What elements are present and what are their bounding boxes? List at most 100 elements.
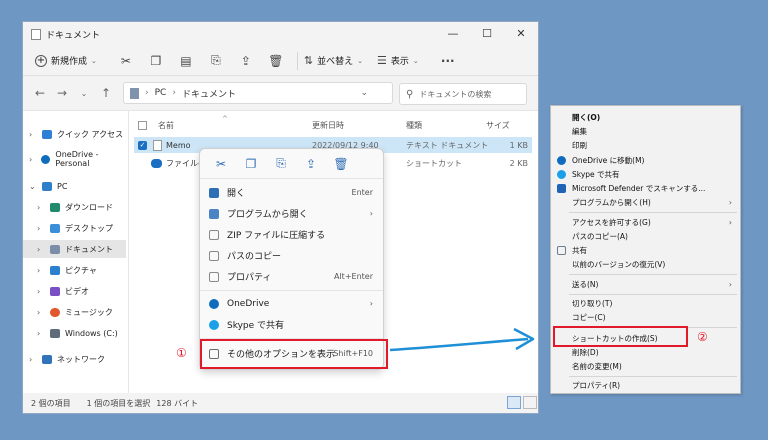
menu-item-zip[interactable]: ZIP ファイルに圧縮する <box>200 224 383 245</box>
folder-icon <box>130 87 139 99</box>
nav-item-pc[interactable]: ⌄ PC <box>29 177 67 195</box>
checkbox-checked-icon[interactable]: ✓ <box>138 140 147 150</box>
nav-item-pictures[interactable]: › ピクチャ <box>37 261 97 279</box>
classic-item-send-to[interactable]: 送る(N) › <box>551 277 740 291</box>
step-marker-1: ① <box>176 346 187 360</box>
menu-item-copy-path[interactable]: パスのコピー <box>200 245 383 266</box>
classic-item-skype[interactable]: Skype で共有 <box>551 167 740 181</box>
copy-icon[interactable]: ❐ <box>236 157 266 171</box>
address-dropdown-icon[interactable]: ⌄ <box>360 88 392 98</box>
rename-icon[interactable]: ⎘ <box>201 53 231 68</box>
navigation-pane: › クイック アクセス › OneDrive - Personal ⌄ PC ›… <box>23 111 129 393</box>
chevron-right-icon: › <box>37 202 41 212</box>
more-button[interactable]: ··· <box>433 54 463 68</box>
sort-caret-icon: ^ <box>222 115 228 123</box>
classic-item-onedrive[interactable]: OneDrive に移動(M) <box>551 153 740 167</box>
menu-item-open-with[interactable]: プログラムから開く › <box>200 203 383 224</box>
share-icon[interactable]: ⇪ <box>231 54 261 68</box>
delete-icon[interactable]: 🗑 <box>261 54 291 68</box>
recent-chevron-icon[interactable]: ⌄ <box>73 89 95 98</box>
classic-item-defender[interactable]: Microsoft Defender でスキャンする... <box>551 181 740 195</box>
network-icon <box>42 354 52 364</box>
nav-item-desktop[interactable]: › デスクトップ <box>37 219 113 237</box>
nav-item-videos[interactable]: › ビデオ <box>37 282 89 300</box>
nav-item-downloads[interactable]: › ダウンロード <box>37 198 113 216</box>
sort-button[interactable]: ⇅ 並べ替え ⌄ <box>304 54 363 67</box>
classic-item-copy-path[interactable]: パスのコピー(A) <box>551 229 740 243</box>
nav-label: PC <box>57 181 68 191</box>
breadcrumb-documents[interactable]: ドキュメント <box>182 87 236 100</box>
column-name[interactable]: 名前 <box>158 120 174 131</box>
zip-icon <box>209 229 219 240</box>
menu-label: 開く(O) <box>572 112 601 122</box>
sort-icon: ⇅ <box>303 54 314 67</box>
menu-item-onedrive[interactable]: OneDrive › <box>200 293 383 314</box>
new-button[interactable]: + 新規作成 ⌄ <box>35 54 97 67</box>
menu-label: ZIP ファイルに圧縮する <box>227 231 326 241</box>
classic-item-edit[interactable]: 編集 <box>551 124 740 138</box>
menu-item-open[interactable]: 開く Enter <box>200 182 383 203</box>
nav-item-network[interactable]: › ネットワーク <box>29 350 105 368</box>
classic-item-cut[interactable]: 切り取り(T) <box>551 296 740 310</box>
column-size[interactable]: サイズ <box>486 120 510 131</box>
paste-icon[interactable]: ▤ <box>171 54 201 68</box>
menu-label: Skype で共有 <box>227 321 285 331</box>
status-selected: 1 個の項目を選択 <box>86 398 151 408</box>
chevron-right-icon: › <box>728 217 732 227</box>
file-type: テキスト ドキュメント <box>406 140 489 150</box>
menu-label: 切り取り(T) <box>572 298 613 308</box>
chevron-down-icon: ⌄ <box>412 56 419 65</box>
classic-item-open-with[interactable]: プログラムから開く(H) › <box>551 195 740 209</box>
rename-icon[interactable]: ⎘ <box>266 156 296 171</box>
back-arrow-icon[interactable]: ← <box>29 86 51 100</box>
chevron-right-icon: › <box>728 197 732 207</box>
classic-item-restore-versions[interactable]: 以前のバージョンの復元(V) <box>551 257 740 271</box>
classic-item-delete[interactable]: 削除(D) <box>551 345 740 359</box>
classic-item-rename[interactable]: 名前の変更(M) <box>551 359 740 373</box>
classic-item-print[interactable]: 印刷 <box>551 138 740 152</box>
select-all-checkbox[interactable] <box>138 120 147 130</box>
column-type[interactable]: 種類 <box>406 120 422 131</box>
search-box[interactable]: ⚲ ドキュメントの検索 <box>399 83 527 105</box>
chevron-right-icon: › <box>37 244 41 254</box>
menu-item-properties[interactable]: プロパティ Alt+Enter <box>200 266 383 287</box>
details-view-icon[interactable] <box>507 396 521 409</box>
column-modified[interactable]: 更新日時 <box>312 120 344 131</box>
close-button[interactable]: ✕ <box>504 22 538 44</box>
drive-icon <box>50 328 60 338</box>
delete-icon[interactable]: 🗑 <box>326 157 356 171</box>
nav-item-music[interactable]: › ミュージック <box>37 303 113 321</box>
chevron-right-icon: › <box>37 286 41 296</box>
classic-item-copy[interactable]: コピー(C) <box>551 310 740 324</box>
share-icon <box>557 245 566 255</box>
forward-arrow-icon[interactable]: → <box>51 86 73 100</box>
nav-label: Windows (C:) <box>65 328 118 338</box>
classic-item-share[interactable]: 共有 <box>551 243 740 257</box>
minimize-button[interactable]: — <box>436 22 470 44</box>
maximize-button[interactable]: ☐ <box>470 22 504 44</box>
nav-item-documents[interactable]: › ドキュメント <box>23 240 126 258</box>
menu-item-skype[interactable]: Skype で共有 <box>200 314 383 335</box>
nav-item-windows-c[interactable]: › Windows (C:) <box>37 324 118 342</box>
chevron-right-icon: › <box>37 265 41 275</box>
menu-divider <box>569 294 737 295</box>
cut-icon[interactable]: ✂ <box>206 157 236 171</box>
tiles-view-icon[interactable] <box>523 396 537 409</box>
classic-item-open[interactable]: 開く(O) <box>551 110 740 124</box>
folder-icon <box>31 28 41 40</box>
share-icon[interactable]: ⇪ <box>296 157 326 171</box>
plus-icon: + <box>35 54 47 67</box>
nav-item-onedrive[interactable]: › OneDrive - Personal <box>29 150 128 168</box>
classic-item-properties[interactable]: プロパティ(R) <box>551 378 740 392</box>
menu-label: プログラムから開く(H) <box>572 197 651 207</box>
nav-item-quick-access[interactable]: › クイック アクセス <box>29 125 123 143</box>
cut-icon[interactable]: ✂ <box>111 54 141 68</box>
text-file-icon <box>153 139 162 151</box>
address-bar[interactable]: › PC › ドキュメント ⌄ <box>123 82 393 104</box>
view-button[interactable]: ☰ 表示 ⌄ <box>377 54 419 67</box>
copy-icon[interactable]: ❐ <box>141 54 171 68</box>
classic-item-give-access[interactable]: アクセスを許可する(G) › <box>551 215 740 229</box>
up-arrow-icon[interactable]: ↑ <box>95 86 117 100</box>
breadcrumb-pc[interactable]: PC <box>155 88 167 98</box>
music-icon <box>50 307 60 317</box>
